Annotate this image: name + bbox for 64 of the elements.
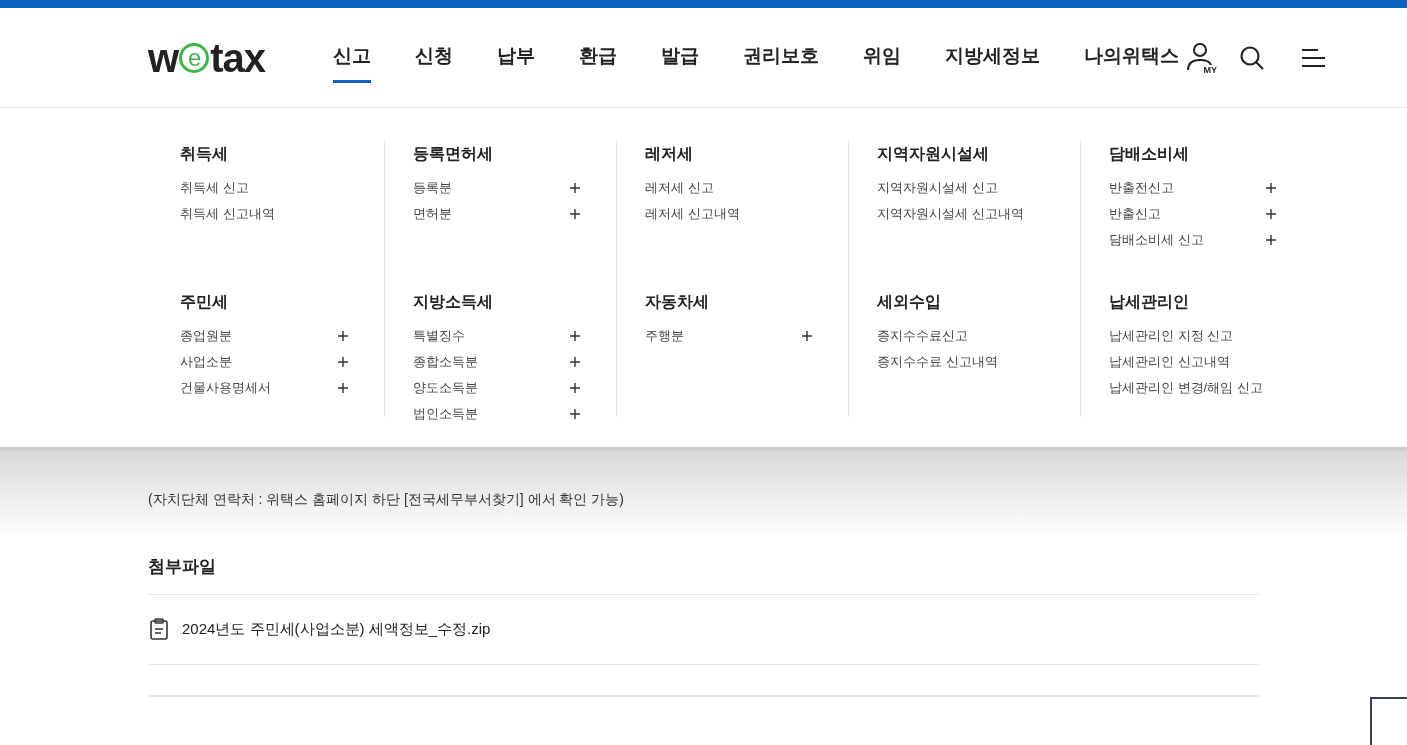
plus-icon[interactable] bbox=[338, 357, 348, 367]
menu-item[interactable]: 증지수수료 신고내역 bbox=[877, 349, 1044, 375]
nav-tab[interactable]: 납부 bbox=[497, 31, 535, 84]
menu-item[interactable]: 법인소득분 bbox=[413, 401, 580, 427]
contact-note: (자치단체 연락처 : 위택스 홈페이지 하단 [전국세무부서찾기] 에서 확인 가능) bbox=[148, 490, 625, 509]
menu-item[interactable]: 반출전신고 bbox=[1109, 175, 1276, 201]
plus-icon[interactable] bbox=[1266, 209, 1276, 219]
menu-item[interactable]: 면허분 bbox=[413, 201, 580, 227]
nav-tab[interactable]: 권리보호 bbox=[743, 31, 819, 84]
menu-item[interactable]: 레저세 신고 bbox=[645, 175, 812, 201]
menu-group-title[interactable]: 납세관리인 bbox=[1109, 289, 1276, 315]
nav-tab[interactable]: 위임 bbox=[863, 31, 901, 84]
menu-item[interactable]: 납세관리인 신고내역 bbox=[1109, 349, 1276, 375]
menu-group-title[interactable]: 주민세 bbox=[180, 289, 348, 315]
menu-group-title[interactable]: 지방소득세 bbox=[413, 289, 580, 315]
menu-item[interactable]: 납세관리인 변경/해임 신고 bbox=[1109, 375, 1276, 401]
nav-tab[interactable]: 나의위택스 bbox=[1084, 31, 1179, 84]
menu-item[interactable]: 주행분 bbox=[645, 323, 812, 349]
plus-icon[interactable] bbox=[338, 331, 348, 341]
plus-icon[interactable] bbox=[570, 209, 580, 219]
menu-icon[interactable] bbox=[1301, 47, 1325, 68]
menu-item[interactable]: 건물사용명세서 bbox=[180, 375, 348, 401]
nav-tab[interactable]: 환급 bbox=[579, 31, 617, 84]
menu-group-title[interactable]: 자동차세 bbox=[645, 289, 812, 315]
menu-group-title[interactable]: 취득세 bbox=[180, 141, 348, 167]
plus-icon[interactable] bbox=[570, 383, 580, 393]
menu-item[interactable]: 레저세 신고내역 bbox=[645, 201, 812, 227]
menu-item[interactable]: 반출신고 bbox=[1109, 201, 1276, 227]
nav-tab[interactable]: 지방세정보 bbox=[945, 31, 1040, 84]
plus-icon[interactable] bbox=[802, 331, 812, 341]
plus-icon[interactable] bbox=[570, 331, 580, 341]
menu-item[interactable]: 증지수수료신고 bbox=[877, 323, 1044, 349]
plus-icon[interactable] bbox=[1266, 235, 1276, 245]
menu-group-title[interactable]: 레저세 bbox=[645, 141, 812, 167]
menu-group-title[interactable]: 담배소비세 bbox=[1109, 141, 1276, 167]
plus-icon[interactable] bbox=[1266, 183, 1276, 193]
menu-group-title[interactable]: 지역자원시설세 bbox=[877, 141, 1044, 167]
menu-group-title[interactable]: 세외수입 bbox=[877, 289, 1044, 315]
nav-tab[interactable]: 발급 bbox=[661, 31, 699, 84]
search-icon[interactable] bbox=[1239, 44, 1265, 71]
menu-item[interactable]: 지역자원시설세 신고 bbox=[877, 175, 1044, 201]
clipboard-icon bbox=[148, 618, 170, 640]
menu-item[interactable]: 취득세 신고내역 bbox=[180, 201, 348, 227]
plus-icon[interactable] bbox=[570, 357, 580, 367]
menu-item[interactable]: 종업원분 bbox=[180, 323, 348, 349]
menu-item[interactable]: 등록분 bbox=[413, 175, 580, 201]
menu-item[interactable]: 종합소득분 bbox=[413, 349, 580, 375]
my-page-button[interactable]: MY bbox=[1185, 40, 1217, 75]
menu-item[interactable]: 양도소득분 bbox=[413, 375, 580, 401]
wetax-logo[interactable]: w e tax bbox=[148, 37, 333, 78]
menu-item[interactable]: 특별징수 bbox=[413, 323, 580, 349]
nav-tab[interactable]: 신청 bbox=[415, 31, 453, 84]
plus-icon[interactable] bbox=[338, 383, 348, 393]
attachments-title: 첨부파일 bbox=[148, 556, 217, 578]
nav-tab[interactable]: 신고 bbox=[333, 31, 371, 84]
menu-item[interactable]: 담배소비세 신고 bbox=[1109, 227, 1276, 253]
menu-group-title[interactable]: 등록면허세 bbox=[413, 141, 580, 167]
menu-item[interactable]: 사업소분 bbox=[180, 349, 348, 375]
plus-icon[interactable] bbox=[570, 183, 580, 193]
menu-item[interactable]: 지역자원시설세 신고내역 bbox=[877, 201, 1044, 227]
file-link[interactable]: 2024년도 주민세(사업소분) 세액정보_수정.zip bbox=[182, 617, 491, 641]
plus-icon[interactable] bbox=[570, 409, 580, 419]
menu-item[interactable]: 취득세 신고 bbox=[180, 175, 348, 201]
menu-item[interactable]: 납세관리인 지정 신고 bbox=[1109, 323, 1276, 349]
